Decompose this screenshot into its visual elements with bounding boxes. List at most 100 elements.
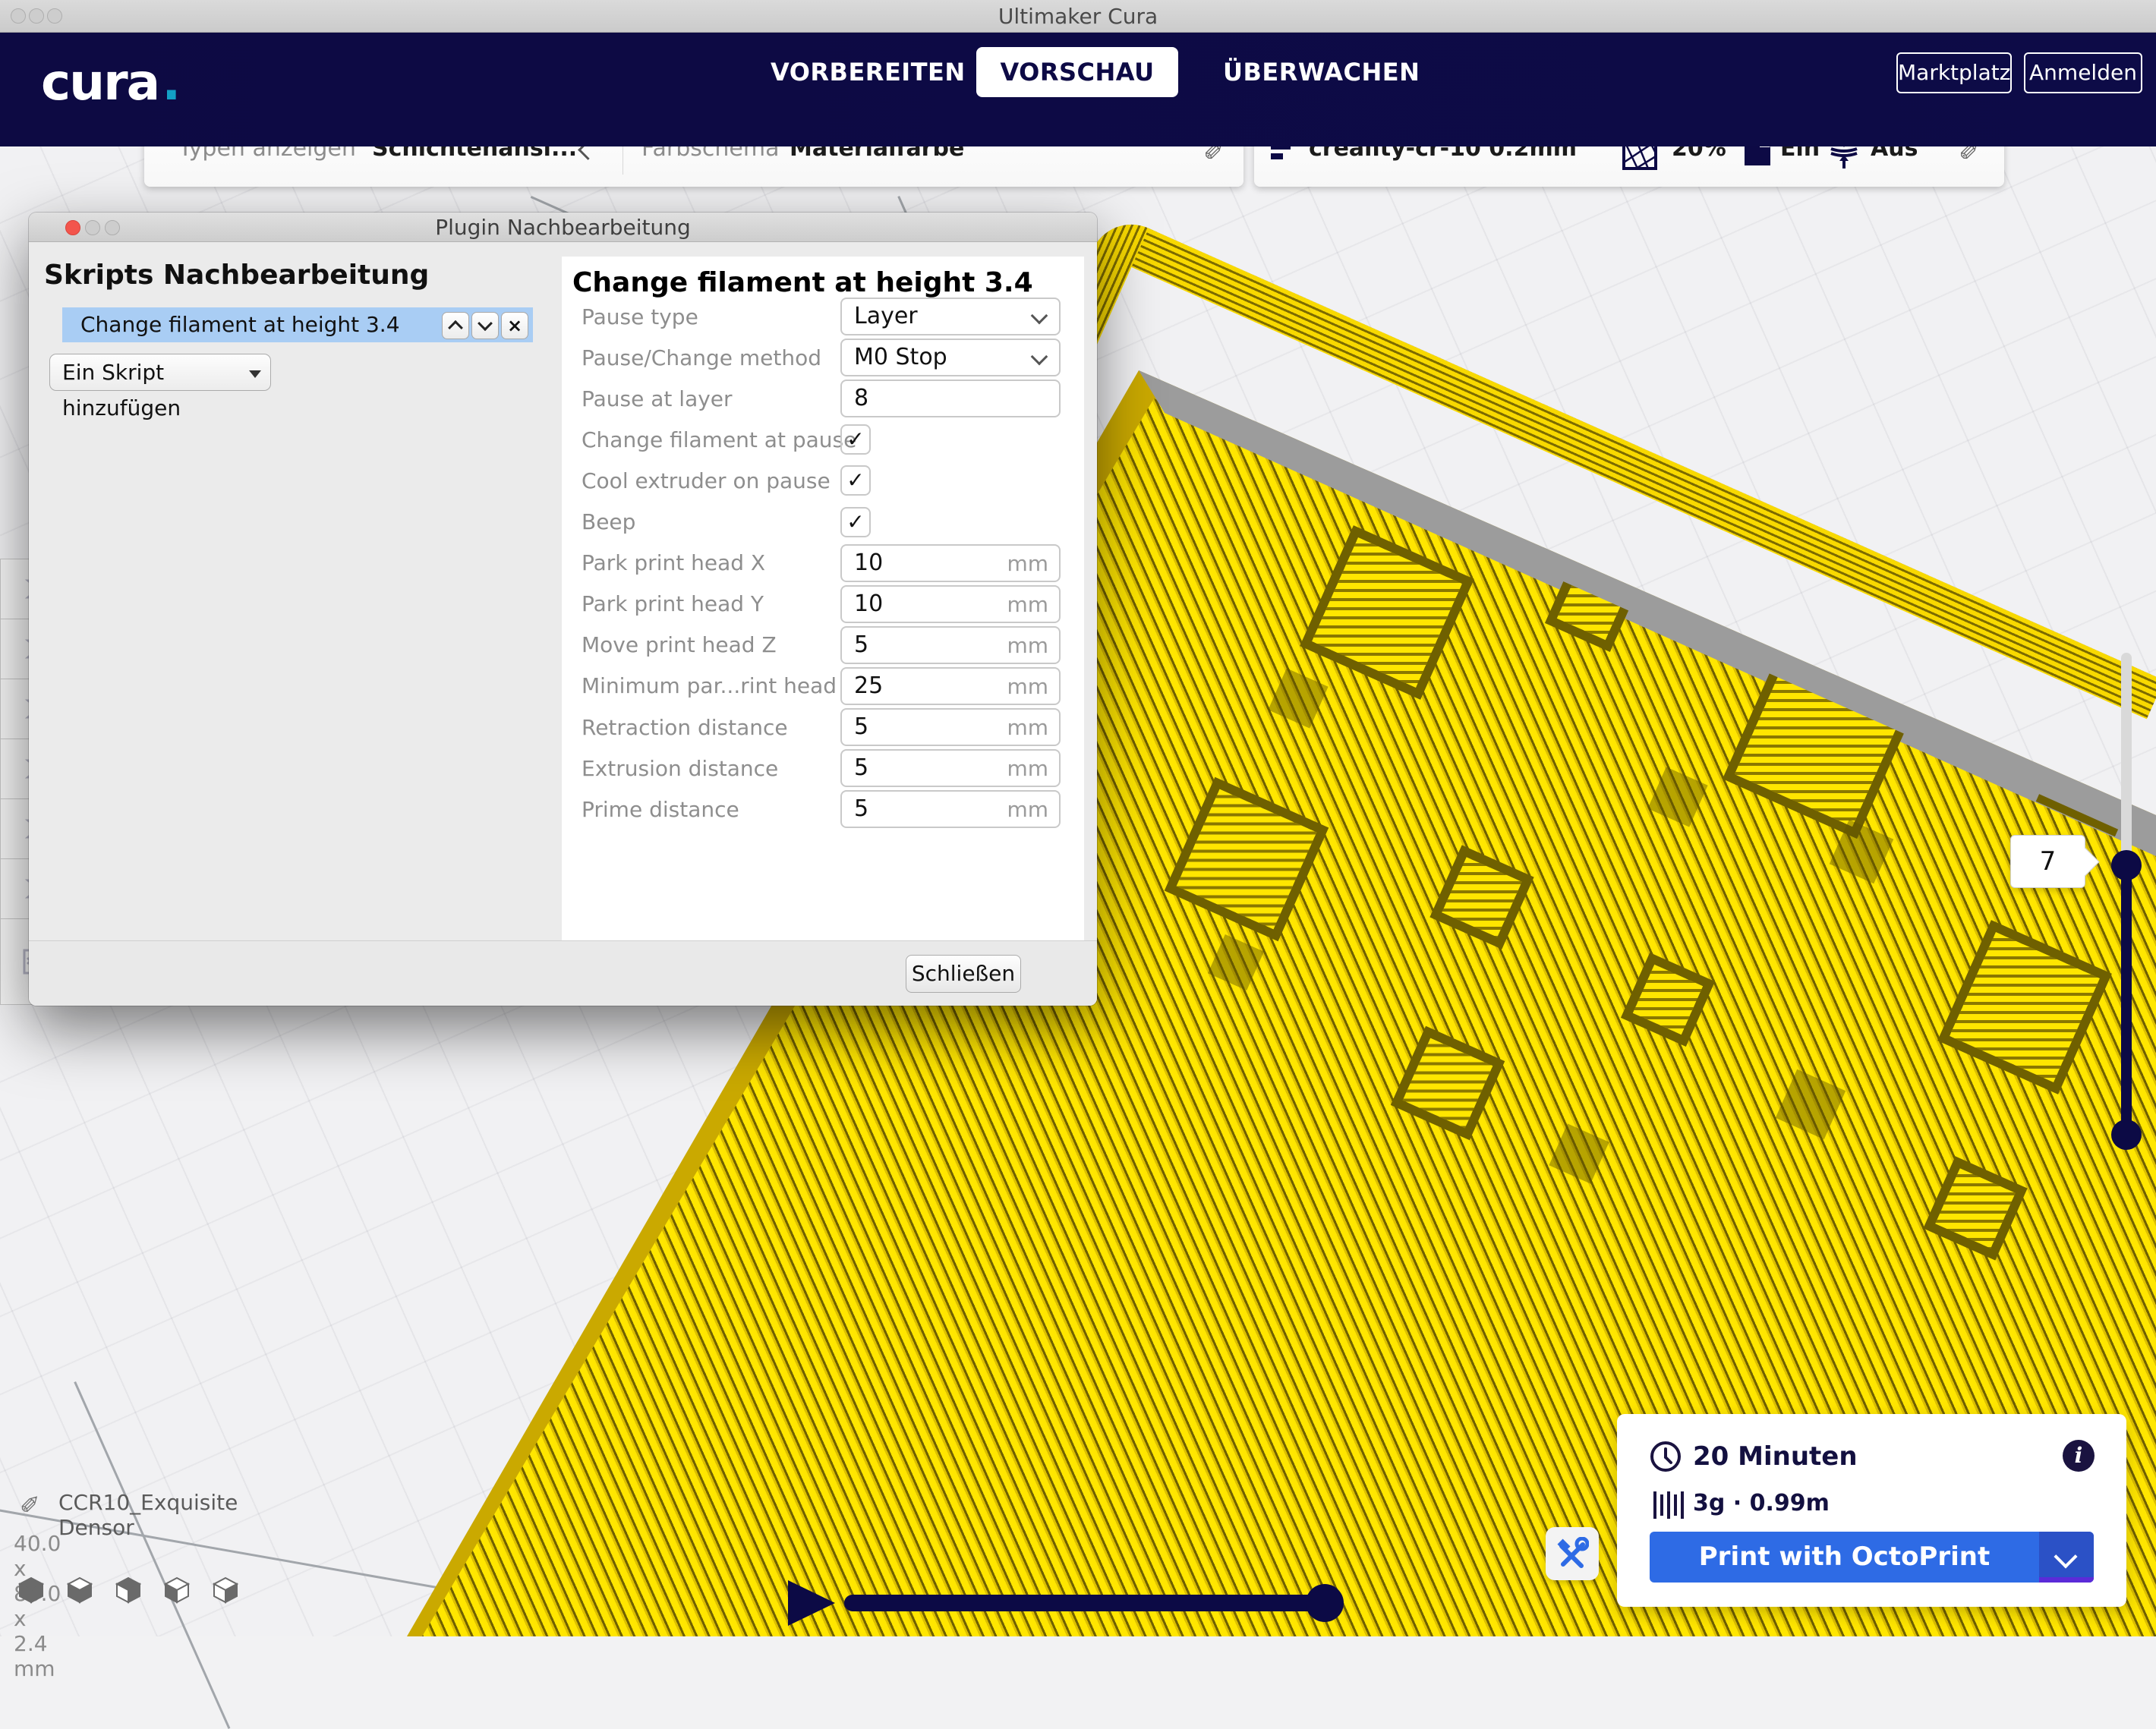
close-icon: × [507,317,522,335]
layer-slider-range[interactable] [2121,865,2132,1135]
checkbox[interactable]: ✓ [840,507,871,537]
print-stats-card: 20 Minuten 3g · 0.99m Print with OctoPri… [1617,1414,2126,1607]
window-title: Ultimaker Cura [0,4,2156,29]
field-row: Pause at layer 8 [562,378,1084,419]
layer-slider-track[interactable] [2121,653,2132,865]
qr-pattern-block [1268,668,1328,728]
dialog-footer: Schließen [29,940,1097,1006]
simulation-slider-track[interactable] [844,1595,1327,1611]
remove-script-button[interactable]: × [501,312,528,339]
field-row: Cool extruder on pause ✓ [562,460,1084,501]
dialog-titlebar: Plugin Nachbearbeitung [29,213,1097,242]
field-row: Minimum par...rint head Z25mm [562,666,1084,707]
qr-pattern-block [1429,845,1533,949]
view-cube-left-button[interactable] [164,1576,190,1607]
number-field[interactable]: 25mm [840,667,1061,705]
qr-pattern-block [1621,953,1715,1047]
view-cube-right-button[interactable] [213,1576,238,1607]
script-settings-panel: Change filament at height 3.4 Pause type… [562,257,1084,941]
field-value: 8 [854,385,868,411]
field-label: Change filament at pause [582,427,856,452]
window-titlebar: Ultimaker Cura [0,0,2156,33]
view-cube-top-button[interactable] [115,1576,141,1607]
number-field[interactable]: 5mm [840,626,1061,664]
rename-object-icon[interactable]: ✎ [20,1488,40,1517]
field-label: Park print head X [582,550,765,575]
field-value: 10 [854,591,883,617]
field-value: 5 [854,795,868,822]
print-with-octoprint-button[interactable]: Print with OctoPrint [1650,1532,2094,1583]
checkbox[interactable]: ✓ [840,465,871,496]
marketplace-button[interactable]: Marktplatz [1896,52,2012,93]
field-row: Extrusion distance5mm [562,748,1084,789]
tab-prepare[interactable]: VORBEREITEN [771,47,930,97]
script-list-item-selected[interactable]: Change filament at height 3.4 × [62,307,533,342]
tab-monitor[interactable]: ÜBERWACHEN [1223,47,1382,97]
field-row: Prime distance 5mm [562,789,1084,830]
monitor-settings-button[interactable] [1546,1527,1599,1580]
field-label: Prime distance [582,797,739,822]
sign-in-button[interactable]: Anmelden [2024,52,2142,93]
layer-slider-upper-handle[interactable] [2111,850,2142,880]
qr-pattern-block [1165,777,1329,942]
view-cube-solid-icon [18,1576,44,1604]
select-field[interactable]: M0 Stop [840,339,1061,376]
chevron-down-icon [1031,348,1048,366]
material-usage: 3g · 0.99m [1693,1490,1830,1516]
field-row: Park print head Y 10mm [562,584,1084,625]
field-label: Pause at layer [582,386,733,411]
number-field[interactable]: 5mm [840,708,1061,746]
scripts-heading: Skripts Nachbearbeitung [44,260,429,291]
info-icon[interactable]: i [2063,1440,2095,1472]
select-field[interactable]: Layer [840,298,1061,335]
chevron-down-icon [478,316,493,331]
filament-icon [1652,1490,1685,1520]
qr-pattern-block [1937,920,2112,1094]
qr-pattern-block [1208,934,1264,990]
field-label: Beep [582,509,635,534]
view-cube-left-icon [164,1576,190,1604]
dropdown-arrow-icon [249,370,261,378]
field-label: Cool extruder on pause [582,468,831,493]
view-cube-front-icon [67,1576,93,1604]
field-unit: mm [1007,715,1048,740]
wrench-icon [1556,1537,1589,1570]
move-script-up-button[interactable] [442,312,469,339]
field-label: Park print head Y [582,591,764,616]
play-icon[interactable] [788,1580,835,1626]
move-script-down-button[interactable] [471,312,499,339]
field-value: 5 [854,754,868,781]
field-row: Pause typeLayer [562,296,1084,337]
field-row: Beep ✓ [562,502,1084,543]
field-value: 25 [854,672,883,699]
number-field[interactable]: 5mm [840,790,1061,828]
add-script-dropdown[interactable]: Ein Skript hinzufügen [49,354,271,391]
buildplate-grid-line [74,1381,230,1729]
chevron-down-icon [1031,307,1048,325]
qr-pattern-block [1549,1123,1609,1183]
field-value: Layer [854,303,918,329]
field-row: Pause/Change methodM0 Stop [562,337,1084,378]
close-dialog-button[interactable]: Schließen [906,955,1021,993]
field-value: 10 [854,550,883,576]
number-field[interactable]: 5 mm [840,749,1061,787]
number-field[interactable]: 8 [840,379,1061,417]
print-time: 20 Minuten [1693,1441,1858,1472]
dialog-title: Plugin Nachbearbeitung [29,215,1097,240]
script-settings-heading: Change filament at height 3.4 [572,267,1033,298]
simulation-slider-knob[interactable] [1306,1584,1344,1622]
field-unit: mm [1007,551,1048,576]
qr-pattern-block [1391,1026,1505,1141]
field-unit: mm [1007,756,1048,781]
view-cube-front-button[interactable] [67,1576,93,1607]
tab-preview[interactable]: VORSCHAU [976,47,1178,97]
view-cube-solid-button[interactable] [18,1576,44,1607]
layer-slider-lower-handle[interactable] [2111,1120,2142,1150]
number-field[interactable]: 10mm [840,585,1061,623]
print-button-dropdown[interactable] [2039,1532,2094,1583]
number-field[interactable]: 10 mm [840,544,1061,582]
clock-icon [1649,1440,1682,1473]
cura-logo: cura. [41,53,179,112]
field-value: M0 Stop [854,344,947,370]
checkbox[interactable]: ✓ [840,424,871,455]
